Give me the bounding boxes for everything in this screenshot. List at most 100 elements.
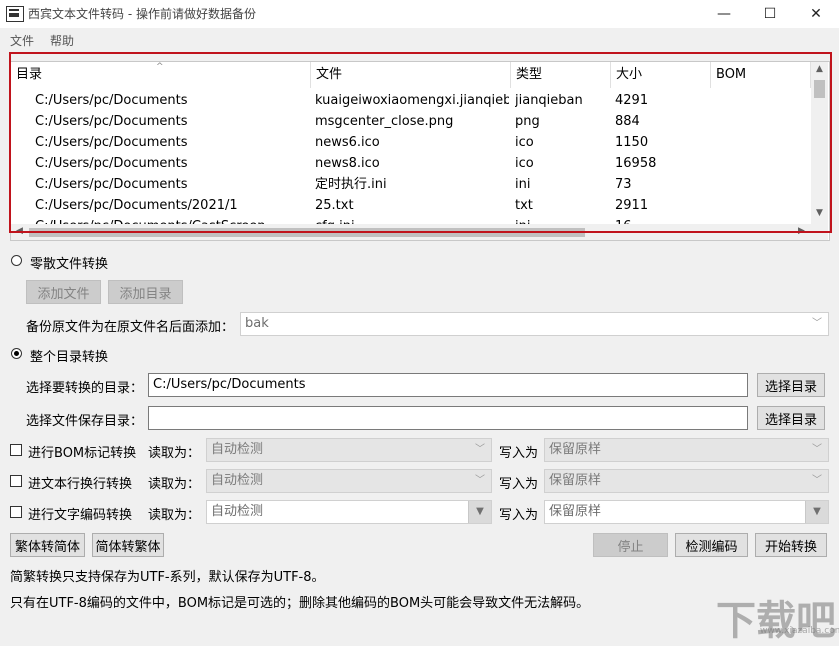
bom-write-value: 保留原样 (549, 442, 602, 457)
column-header-size[interactable]: 大小 (611, 62, 711, 88)
encoding-write-combo[interactable]: 保留原样 ▼ (544, 500, 829, 524)
to-traditional-button[interactable]: 简体转繁体 (92, 533, 164, 557)
bom-write-label: 写入为 (499, 446, 539, 461)
minimize-button[interactable]: — (701, 0, 747, 28)
chevron-down-icon[interactable]: ▼ (468, 501, 491, 523)
cell-size: 4291 (615, 93, 649, 108)
linebreak-write-label: 写入为 (499, 477, 539, 492)
source-dir-input[interactable]: C:/Users/pc/Documents (148, 373, 748, 397)
table-row[interactable]: C:/Users/pc/Documents news8.ico ico 16958 (11, 153, 811, 174)
cell-bom (715, 153, 809, 174)
backup-suffix-label: 备份原文件为在原文件名后面添加： (26, 320, 235, 335)
radio-scattered-label: 零散文件转换 (30, 257, 109, 272)
chevron-down-icon: ﹀ (812, 475, 822, 486)
app-icon (6, 6, 24, 22)
menu-help[interactable]: 帮助 (50, 32, 74, 49)
bom-read-label: 读取为： (148, 446, 201, 461)
chevron-down-icon[interactable]: ▼ (805, 501, 828, 523)
scroll-right-icon[interactable]: ▶ (793, 226, 810, 236)
encoding-convert-checkbox[interactable] (10, 506, 22, 518)
watermark-logo: 下载吧 (716, 598, 836, 644)
cell-file: news6.ico (315, 135, 380, 150)
cell-type: ico (515, 156, 534, 171)
cell-dir: C:/Users/pc/Documents (35, 135, 188, 150)
menu-file[interactable]: 文件 (10, 32, 34, 49)
bom-read-value: 自动检测 (211, 442, 264, 457)
cell-dir: C:/Users/pc/Documents (35, 177, 188, 192)
scrollbar-corner (811, 224, 828, 240)
note-line-1: 简繁转换只支持保存为UTF-系列，默认保存为UTF-8。 (10, 570, 325, 585)
scroll-down-icon[interactable]: ▼ (811, 208, 828, 218)
save-dir-input[interactable] (148, 406, 748, 430)
cell-size: 73 (615, 177, 632, 192)
table-row[interactable]: C:/Users/pc/Documents 定时执行.ini ini 73 (11, 174, 811, 195)
radio-whole-dir[interactable] (11, 348, 22, 359)
linebreak-read-label: 读取为： (148, 477, 201, 492)
encoding-read-label: 读取为： (148, 508, 201, 523)
add-dir-button[interactable]: 添加目录 (108, 280, 183, 304)
cell-type: png (515, 114, 540, 129)
bom-read-combo[interactable]: 自动检测 ﹀ (206, 438, 492, 462)
stop-button[interactable]: 停止 (593, 533, 668, 557)
bom-write-combo[interactable]: 保留原样 ﹀ (544, 438, 829, 462)
scroll-up-icon[interactable]: ▲ (811, 64, 828, 74)
menu-bar: 文件 帮助 (0, 28, 839, 50)
cell-bom (715, 90, 809, 111)
vertical-scroll-thumb[interactable] (814, 80, 825, 98)
chevron-down-icon: ﹀ (812, 444, 822, 455)
cell-file: 定时执行.ini (315, 177, 387, 192)
cell-size: 16958 (615, 156, 657, 171)
linebreak-write-combo[interactable]: 保留原样 ﹀ (544, 469, 829, 493)
horizontal-scrollbar[interactable]: ◀ ▶ (11, 224, 811, 240)
cell-bom (715, 111, 809, 132)
maximize-button[interactable]: ☐ (747, 0, 793, 28)
column-header-file[interactable]: 文件 (311, 62, 511, 88)
list-header: 目录 文件 类型 大小 BOM ^ (11, 62, 811, 88)
chevron-down-icon: ﹀ (812, 318, 822, 329)
table-row[interactable]: C:/Users/pc/Documents news6.ico ico 1150 (11, 132, 811, 153)
cell-file: news8.ico (315, 156, 380, 171)
encoding-read-value: 自动检测 (211, 504, 264, 519)
encoding-write-value: 保留原样 (549, 504, 602, 519)
table-row[interactable]: C:/Users/pc/Documents kuaigeiwoxiaomengxi… (11, 90, 811, 111)
file-list[interactable]: 目录 文件 类型 大小 BOM ^ C:/Users/pc/Documents k… (10, 61, 830, 241)
encoding-read-combo[interactable]: 自动检测 ▼ (206, 500, 492, 524)
close-button[interactable]: ✕ (793, 0, 839, 28)
bom-convert-checkbox[interactable] (10, 444, 22, 456)
vertical-scrollbar[interactable]: ▲ ▼ (811, 62, 828, 224)
chevron-down-icon: ﹀ (475, 444, 485, 455)
cell-type: ini (515, 177, 531, 192)
backup-suffix-value: bak (245, 316, 269, 331)
to-simplified-button[interactable]: 繁体转简体 (10, 533, 85, 557)
cell-file: 25.txt (315, 198, 354, 213)
table-row[interactable]: C:/Users/pc/Documents/2021/1 25.txt txt 291… (11, 195, 811, 216)
encoding-write-label: 写入为 (499, 508, 539, 523)
cell-type: txt (515, 198, 533, 213)
scroll-left-icon[interactable]: ◀ (11, 226, 28, 236)
cell-file: kuaigeiwoxiaomengxi.jianqieb... (315, 93, 509, 108)
linebreak-read-combo[interactable]: 自动检测 ﹀ (206, 469, 492, 493)
table-row[interactable]: C:/Users/pc/Documents msgcenter_close.png… (11, 111, 811, 132)
radio-scattered[interactable] (11, 255, 22, 266)
cell-dir: C:/Users/pc/Documents (35, 114, 188, 129)
cell-bom (715, 195, 809, 216)
horizontal-scroll-thumb[interactable] (29, 228, 585, 237)
source-dir-label: 选择要转换的目录： (26, 381, 144, 396)
cell-type: ico (515, 135, 534, 150)
cell-type: jianqieban (515, 93, 583, 108)
detect-encoding-button[interactable]: 检测编码 (675, 533, 748, 557)
column-header-bom[interactable]: BOM (711, 62, 811, 88)
cell-size: 2911 (615, 198, 649, 213)
note-line-2: 只有在UTF-8编码的文件中，BOM标记是可选的；删除其他编码的BOM头可能会导… (10, 596, 590, 611)
backup-suffix-combo[interactable]: bak ﹀ (240, 312, 829, 336)
watermark-url: www.xiazaiba.com (760, 626, 839, 636)
cell-dir: C:/Users/pc/Documents (35, 93, 188, 108)
start-convert-button[interactable]: 开始转换 (755, 533, 827, 557)
bom-convert-label: 进行BOM标记转换 (28, 446, 137, 461)
choose-save-dir-button[interactable]: 选择目录 (757, 406, 825, 430)
linebreak-convert-checkbox[interactable] (10, 475, 22, 487)
column-header-type[interactable]: 类型 (511, 62, 611, 88)
choose-source-dir-button[interactable]: 选择目录 (757, 373, 825, 397)
add-file-button[interactable]: 添加文件 (26, 280, 101, 304)
linebreak-read-value: 自动检测 (211, 473, 264, 488)
